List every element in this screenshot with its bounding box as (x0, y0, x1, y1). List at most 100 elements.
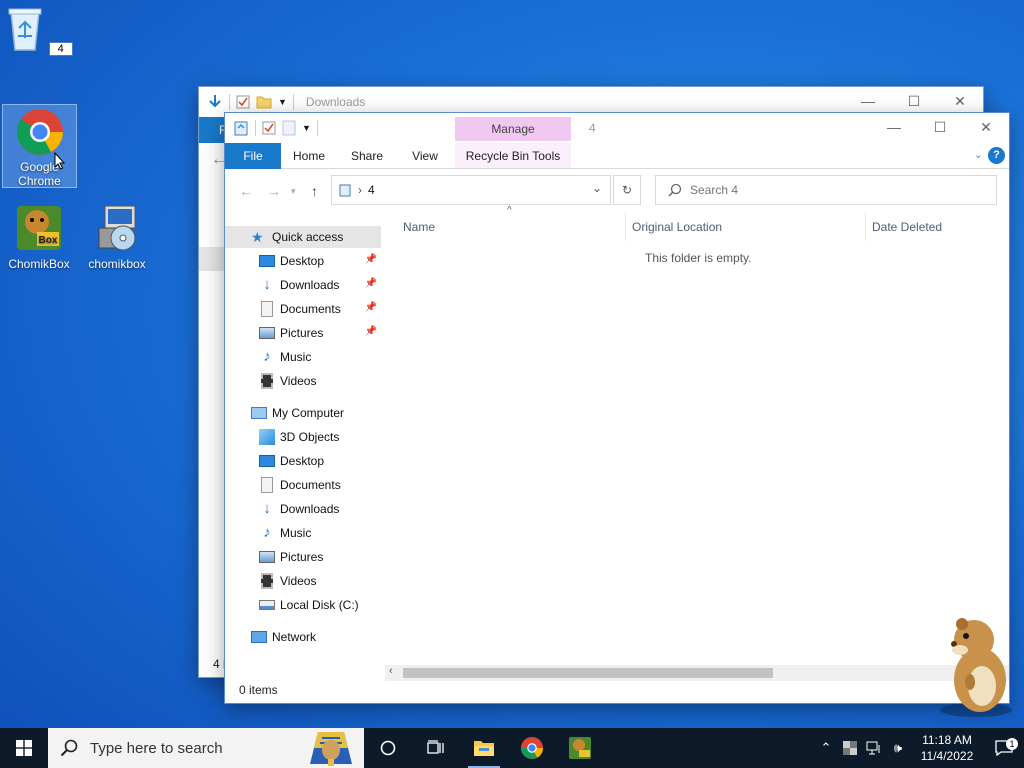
volume-icon[interactable]: 🕪 (886, 740, 910, 756)
tray-app-icon[interactable] (838, 741, 862, 755)
file-explorer-icon (474, 741, 494, 756)
task-view-button[interactable] (364, 728, 412, 768)
recycle-bin-window[interactable]: ▼ Manage 4 — ☐ ✕ File Home Share View Re… (224, 112, 1010, 704)
nav-computer-downloads[interactable]: ↓ Downloads (225, 498, 381, 520)
desktop-icon-label: ChomikBox (8, 257, 70, 271)
cortana-circle-icon (380, 740, 396, 756)
desktop-icon-recycle-bin[interactable]: 4 (4, 6, 74, 56)
column-header-name[interactable]: Name (403, 213, 435, 241)
taskbar-chomikbox[interactable] (556, 728, 604, 768)
help-icon[interactable]: ? (988, 147, 1005, 164)
new-folder-icon[interactable] (256, 95, 272, 109)
close-button[interactable]: ✕ (963, 113, 1009, 141)
pin-icon[interactable]: 📌 (365, 302, 377, 313)
document-icon (261, 301, 273, 317)
nav-quick-desktop[interactable]: Desktop 📌 (225, 250, 381, 272)
manage-context-tab[interactable]: Manage (455, 117, 571, 141)
maximize-button[interactable]: ☐ (917, 113, 963, 141)
taskbar-file-explorer[interactable] (460, 728, 508, 768)
download-arrow-icon (209, 95, 221, 108)
nav-quick-pictures[interactable]: Pictures 📌 (225, 322, 381, 344)
tab-home[interactable]: Home (281, 143, 337, 169)
nav-quick-documents[interactable]: Documents 📌 (225, 298, 381, 320)
recycle-bin-rename-label[interactable]: 4 (48, 42, 73, 56)
scroll-left-icon[interactable]: ‹ (389, 665, 393, 677)
pin-icon[interactable]: 📌 (365, 326, 377, 337)
column-header-date-deleted[interactable]: Date Deleted (872, 213, 942, 241)
notification-badge: 1 (1006, 738, 1018, 750)
nav-label: My Computer (272, 406, 345, 420)
column-divider[interactable] (625, 213, 626, 241)
network-icon (866, 741, 880, 755)
expand-ribbon-icon[interactable]: ⌄ (974, 148, 983, 161)
up-arrow-icon[interactable]: ↑ (311, 183, 318, 199)
nav-computer-3d-objects[interactable]: 3D Objects (225, 426, 381, 448)
nav-computer-music[interactable]: ♪ Music (225, 522, 381, 544)
desktop-icon-chomikbox-1[interactable]: Box ChomikBox (4, 204, 74, 271)
nav-computer-pictures[interactable]: Pictures (225, 546, 381, 568)
maximize-button[interactable]: ☐ (891, 87, 937, 115)
taskbar-search-box[interactable]: Type here to search (48, 728, 364, 768)
nav-quick-access[interactable]: ★ Quick access (225, 226, 381, 248)
back-arrow-icon[interactable]: ← (239, 183, 253, 199)
desktop-icon-chomikbox-2[interactable]: chomikbox (82, 204, 152, 271)
address-dropdown-icon[interactable]: ⌄ (592, 181, 602, 195)
nav-computer-videos[interactable]: Videos (225, 570, 381, 592)
refresh-button[interactable]: ↻ (613, 175, 641, 205)
minimize-button[interactable]: — (871, 113, 917, 141)
window-titlebar[interactable]: ▼ Manage 4 — ☐ ✕ (225, 113, 1009, 143)
qat-dropdown-icon[interactable]: ▼ (278, 97, 287, 107)
nav-quick-downloads[interactable]: ↓ Downloads 📌 (225, 274, 381, 296)
show-hidden-icons-icon[interactable]: ⌃ (814, 740, 838, 756)
column-header-original-location[interactable]: Original Location (632, 213, 722, 241)
nav-selection (199, 247, 225, 271)
file-tab[interactable]: F (199, 117, 227, 143)
svg-text:Box: Box (39, 235, 58, 246)
music-note-icon: ♪ (263, 348, 271, 365)
clock[interactable]: 11:18 AM 11/4/2022 (910, 732, 984, 764)
close-button[interactable]: ✕ (937, 87, 983, 115)
qat-dropdown-icon[interactable]: ▼ (302, 123, 311, 133)
status-bar-text: 0 items (239, 683, 278, 697)
sort-indicator-icon: ^ (507, 205, 512, 216)
recent-dropdown-icon[interactable]: ▾ (291, 186, 296, 197)
nav-quick-videos[interactable]: Videos (225, 370, 381, 392)
address-bar[interactable]: › 4 ⌄ (331, 175, 611, 205)
horizontal-scrollbar[interactable]: ‹ (385, 665, 1009, 681)
nav-label: Documents (280, 302, 341, 316)
nav-computer-desktop[interactable]: Desktop (225, 450, 381, 472)
nav-computer-documents[interactable]: Documents (225, 474, 381, 496)
minimize-button[interactable]: — (845, 87, 891, 115)
start-button[interactable] (0, 728, 48, 768)
taskbar-chrome[interactable] (508, 728, 556, 768)
tab-recycle-bin-tools[interactable]: Recycle Bin Tools (455, 143, 571, 169)
search-box[interactable]: Search 4 (655, 175, 997, 205)
forward-arrow-icon[interactable]: → (267, 183, 281, 199)
navigation-pane[interactable]: ★ Quick access Desktop 📌 ↓ Downloads 📌 D… (225, 213, 381, 675)
music-note-icon: ♪ (263, 524, 271, 541)
nav-computer-local-disk[interactable]: Local Disk (C:) (225, 594, 381, 616)
pin-icon[interactable]: 📌 (365, 278, 377, 289)
breadcrumb-item[interactable]: 4 (368, 183, 375, 197)
nav-label: Quick access (272, 230, 344, 244)
nav-my-computer[interactable]: My Computer (225, 402, 381, 424)
blank-document-icon[interactable] (282, 120, 296, 136)
nav-network[interactable]: Network (225, 626, 381, 648)
properties-icon[interactable] (262, 121, 276, 135)
nav-quick-music[interactable]: ♪ Music (225, 346, 381, 368)
action-center-icon[interactable]: 1 (984, 738, 1024, 756)
properties-icon[interactable] (236, 95, 250, 109)
pin-icon[interactable]: 📌 (365, 254, 377, 265)
network-tray-icon[interactable] (862, 741, 886, 755)
tab-view[interactable]: View (397, 143, 453, 169)
tab-file[interactable]: File (225, 143, 281, 169)
hard-drive-icon (259, 600, 275, 610)
tab-share[interactable]: Share (339, 143, 395, 169)
task-view-toggle[interactable] (412, 728, 460, 768)
column-divider[interactable] (865, 213, 866, 241)
scrollbar-thumb[interactable] (403, 668, 773, 678)
chomikbox-icon: Box (17, 206, 61, 250)
nav-label: Desktop (280, 254, 325, 268)
document-icon (261, 477, 273, 493)
desktop-icon-google-chrome[interactable]: Google Chrome (2, 104, 77, 188)
